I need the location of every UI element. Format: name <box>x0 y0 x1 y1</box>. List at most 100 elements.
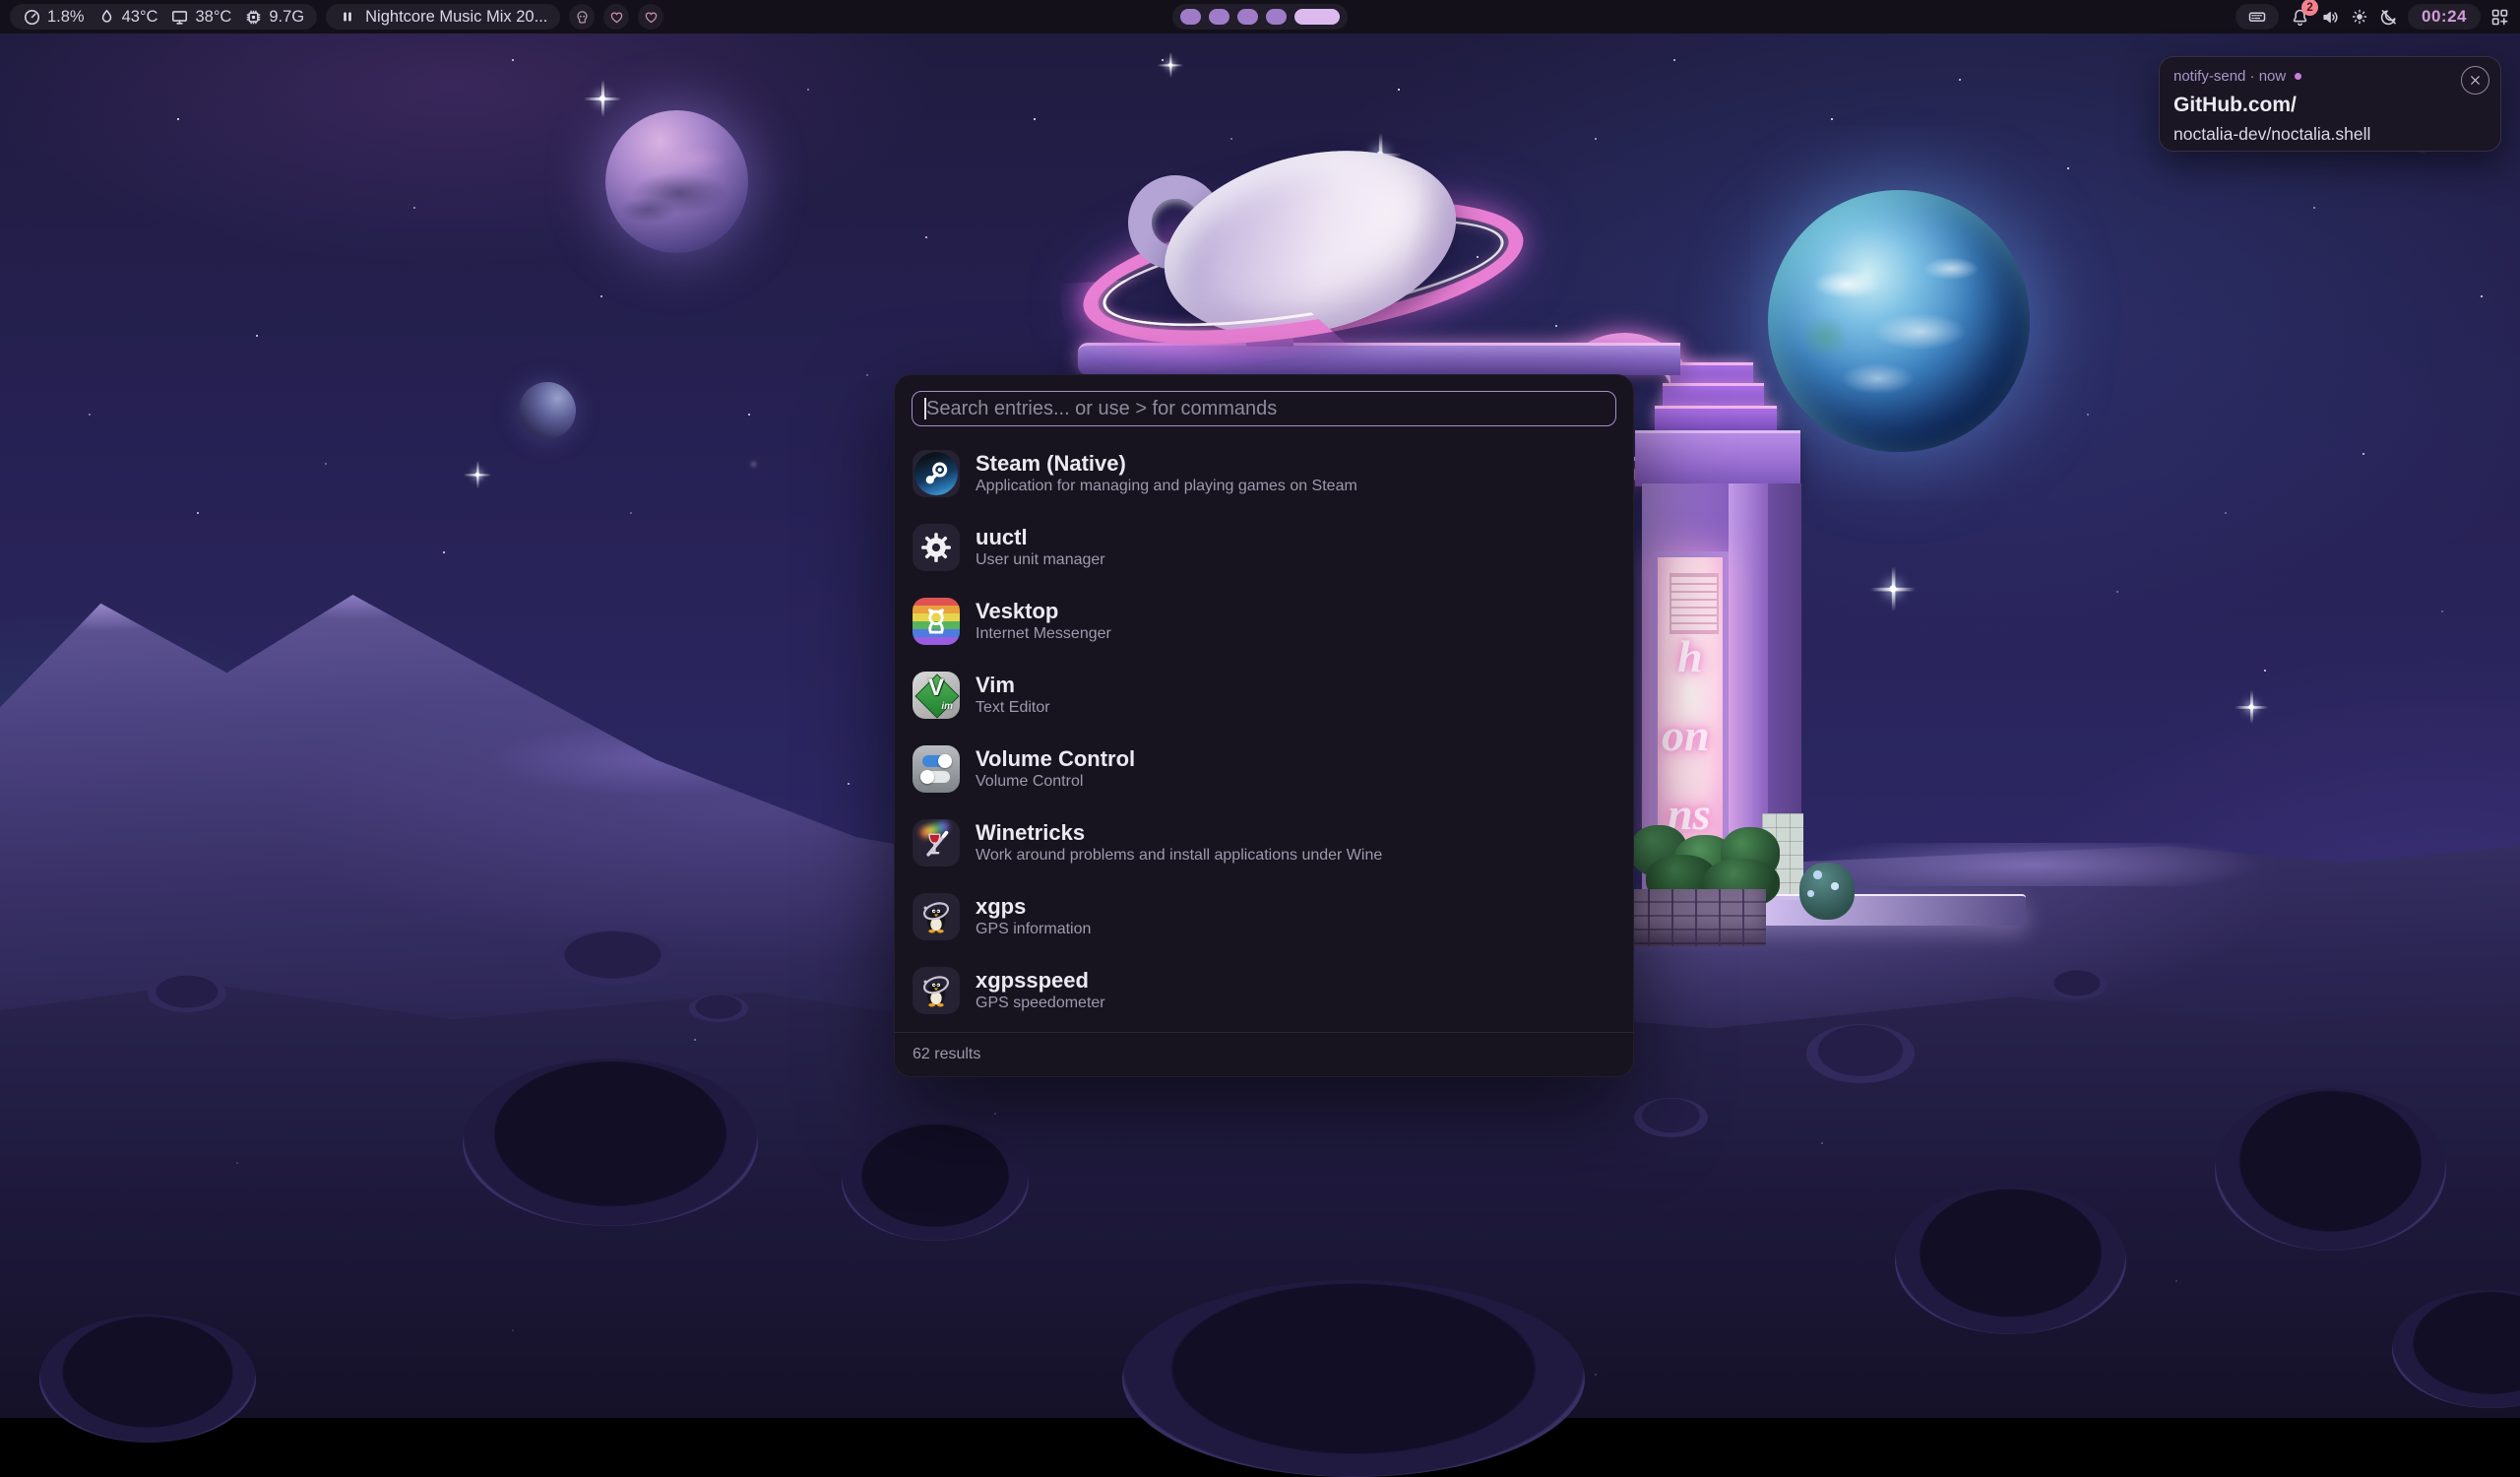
system-stats-widget[interactable]: 1.8% 43°C 38°C 9.7G <box>10 4 317 30</box>
crater <box>2048 970 2107 999</box>
neon-sign-letter: h <box>1677 634 1703 679</box>
crater <box>1634 1098 1708 1137</box>
unread-dot <box>2295 73 2301 80</box>
vesktop-icon <box>913 598 960 645</box>
notification-popup[interactable]: notify-send · now GitHub.com/ noctalia-d… <box>2159 56 2501 152</box>
launcher-result[interactable]: xgpsspeed GPS speedometer <box>895 953 1633 1027</box>
sparkle-star <box>1889 585 1896 592</box>
brightness-button[interactable] <box>2350 7 2369 27</box>
menu-board <box>1670 573 1719 634</box>
notification-badge: 2 <box>2301 0 2318 16</box>
result-name: xgpsspeed <box>976 970 1105 992</box>
clock-widget[interactable]: 00:24 <box>2408 4 2481 30</box>
clock-text: 00:24 <box>2422 7 2467 27</box>
result-description: User unit manager <box>976 552 1105 568</box>
crater <box>463 1059 758 1226</box>
workspace-dot[interactable] <box>1237 9 1258 25</box>
chip-icon <box>244 8 263 27</box>
workspace-dot[interactable] <box>1209 9 1229 25</box>
glowing-shop-window: h on ns <box>1652 551 1729 855</box>
result-description: GPS information <box>976 922 1091 937</box>
launcher-result[interactable]: Volume Control Volume Control <box>895 732 1633 805</box>
cpu-temp-stat: 43°C <box>97 8 158 27</box>
brick-planter <box>1626 889 1766 946</box>
launcher-result[interactable]: Steam (Native) Application for managing … <box>895 436 1633 510</box>
tux-icon <box>913 967 960 1014</box>
result-name: Volume Control <box>976 748 1135 770</box>
crater <box>148 975 226 1012</box>
app-launcher-button[interactable] <box>2489 7 2510 28</box>
result-description: GPS speedometer <box>976 995 1105 1011</box>
results-count: 62 results <box>913 1046 980 1063</box>
purple-planet <box>605 110 748 253</box>
result-description: Internet Messenger <box>976 626 1111 642</box>
volume-icon <box>913 745 960 793</box>
crater <box>842 1123 1029 1241</box>
result-name: Steam (Native) <box>976 453 1357 475</box>
vim-icon: Vim <box>913 672 960 719</box>
media-title: Nightcore Music Mix 20... <box>365 8 547 27</box>
moon-off-icon <box>2378 7 2399 28</box>
keyboard-layout-icon <box>2247 7 2267 27</box>
winetricks-icon <box>913 819 960 867</box>
crater <box>2215 1088 2446 1251</box>
results-list: Steam (Native) Application for managing … <box>895 436 1633 1027</box>
result-description: Application for managing and playing gam… <box>976 479 1357 494</box>
tray-skull-icon[interactable] <box>569 4 595 30</box>
earth-planet <box>1768 190 2030 452</box>
workspace-dot[interactable] <box>1266 9 1287 25</box>
launcher-result[interactable]: Vesktop Internet Messenger <box>895 584 1633 658</box>
launcher-result[interactable]: uuctl User unit manager <box>895 510 1633 584</box>
result-name: xgps <box>976 896 1091 918</box>
top-bar: 1.8% 43°C 38°C 9.7G Nightcore Music Mix … <box>0 0 2520 33</box>
result-description: Text Editor <box>976 700 1050 716</box>
notification-meta: notify-send · now <box>2174 68 2286 85</box>
search-input[interactable] <box>912 391 1616 426</box>
app-launcher-panel: Steam (Native) Application for managing … <box>894 374 1634 1077</box>
sun-icon <box>2350 7 2369 27</box>
grid-plus-icon <box>2489 7 2510 28</box>
steam-icon <box>913 450 960 497</box>
crater <box>1122 1280 1585 1477</box>
tux-icon <box>913 893 960 940</box>
memory-stat: 9.7G <box>244 8 304 27</box>
neon-sign-letter: on <box>1662 713 1710 758</box>
flame-icon <box>97 8 116 27</box>
launcher-result[interactable]: Vim Vim Text Editor <box>895 658 1633 732</box>
speaker-icon <box>2320 7 2341 28</box>
sparkle-star <box>599 96 605 101</box>
crater <box>689 995 748 1022</box>
launcher-result[interactable]: Winetricks Work around problems and inst… <box>895 805 1633 879</box>
night-light-button[interactable] <box>2378 7 2399 28</box>
crater <box>1806 1024 1915 1083</box>
sparkle-star <box>1168 63 1172 67</box>
cpu-usage-stat: 1.8% <box>23 8 85 27</box>
display-icon <box>170 8 189 27</box>
workspace-active[interactable] <box>1294 9 1340 25</box>
small-planet <box>519 382 576 439</box>
close-icon[interactable] <box>2461 66 2489 95</box>
notification-body: noctalia-dev/noctalia.shell <box>2174 124 2487 145</box>
workspace-dot[interactable] <box>1180 9 1201 25</box>
crater <box>1895 1187 2126 1334</box>
tray-heart-icon[interactable] <box>638 4 663 30</box>
neon-sign-band <box>1078 343 1680 375</box>
crater <box>551 931 674 985</box>
notifications-button[interactable]: 2 <box>2288 5 2311 29</box>
keyboard-layout-widget[interactable] <box>2236 4 2279 30</box>
sparkle-star <box>2248 704 2253 709</box>
gauge-icon <box>23 8 41 27</box>
result-name: Winetricks <box>976 822 1382 844</box>
crater <box>39 1315 256 1443</box>
launcher-result[interactable]: xgps GPS information <box>895 879 1633 953</box>
tray-heart-icon[interactable] <box>603 4 629 30</box>
gpu-temp-stat: 38°C <box>170 8 231 27</box>
notification-title: GitHub.com/ <box>2174 94 2487 117</box>
volume-button[interactable] <box>2320 7 2341 28</box>
results-footer: 62 results <box>895 1032 1633 1076</box>
result-name: uuctl <box>976 527 1105 548</box>
workspace-indicator[interactable] <box>1172 4 1348 30</box>
media-player-widget[interactable]: Nightcore Music Mix 20... <box>326 4 560 30</box>
gear-icon <box>913 524 960 571</box>
result-description: Volume Control <box>976 774 1135 790</box>
